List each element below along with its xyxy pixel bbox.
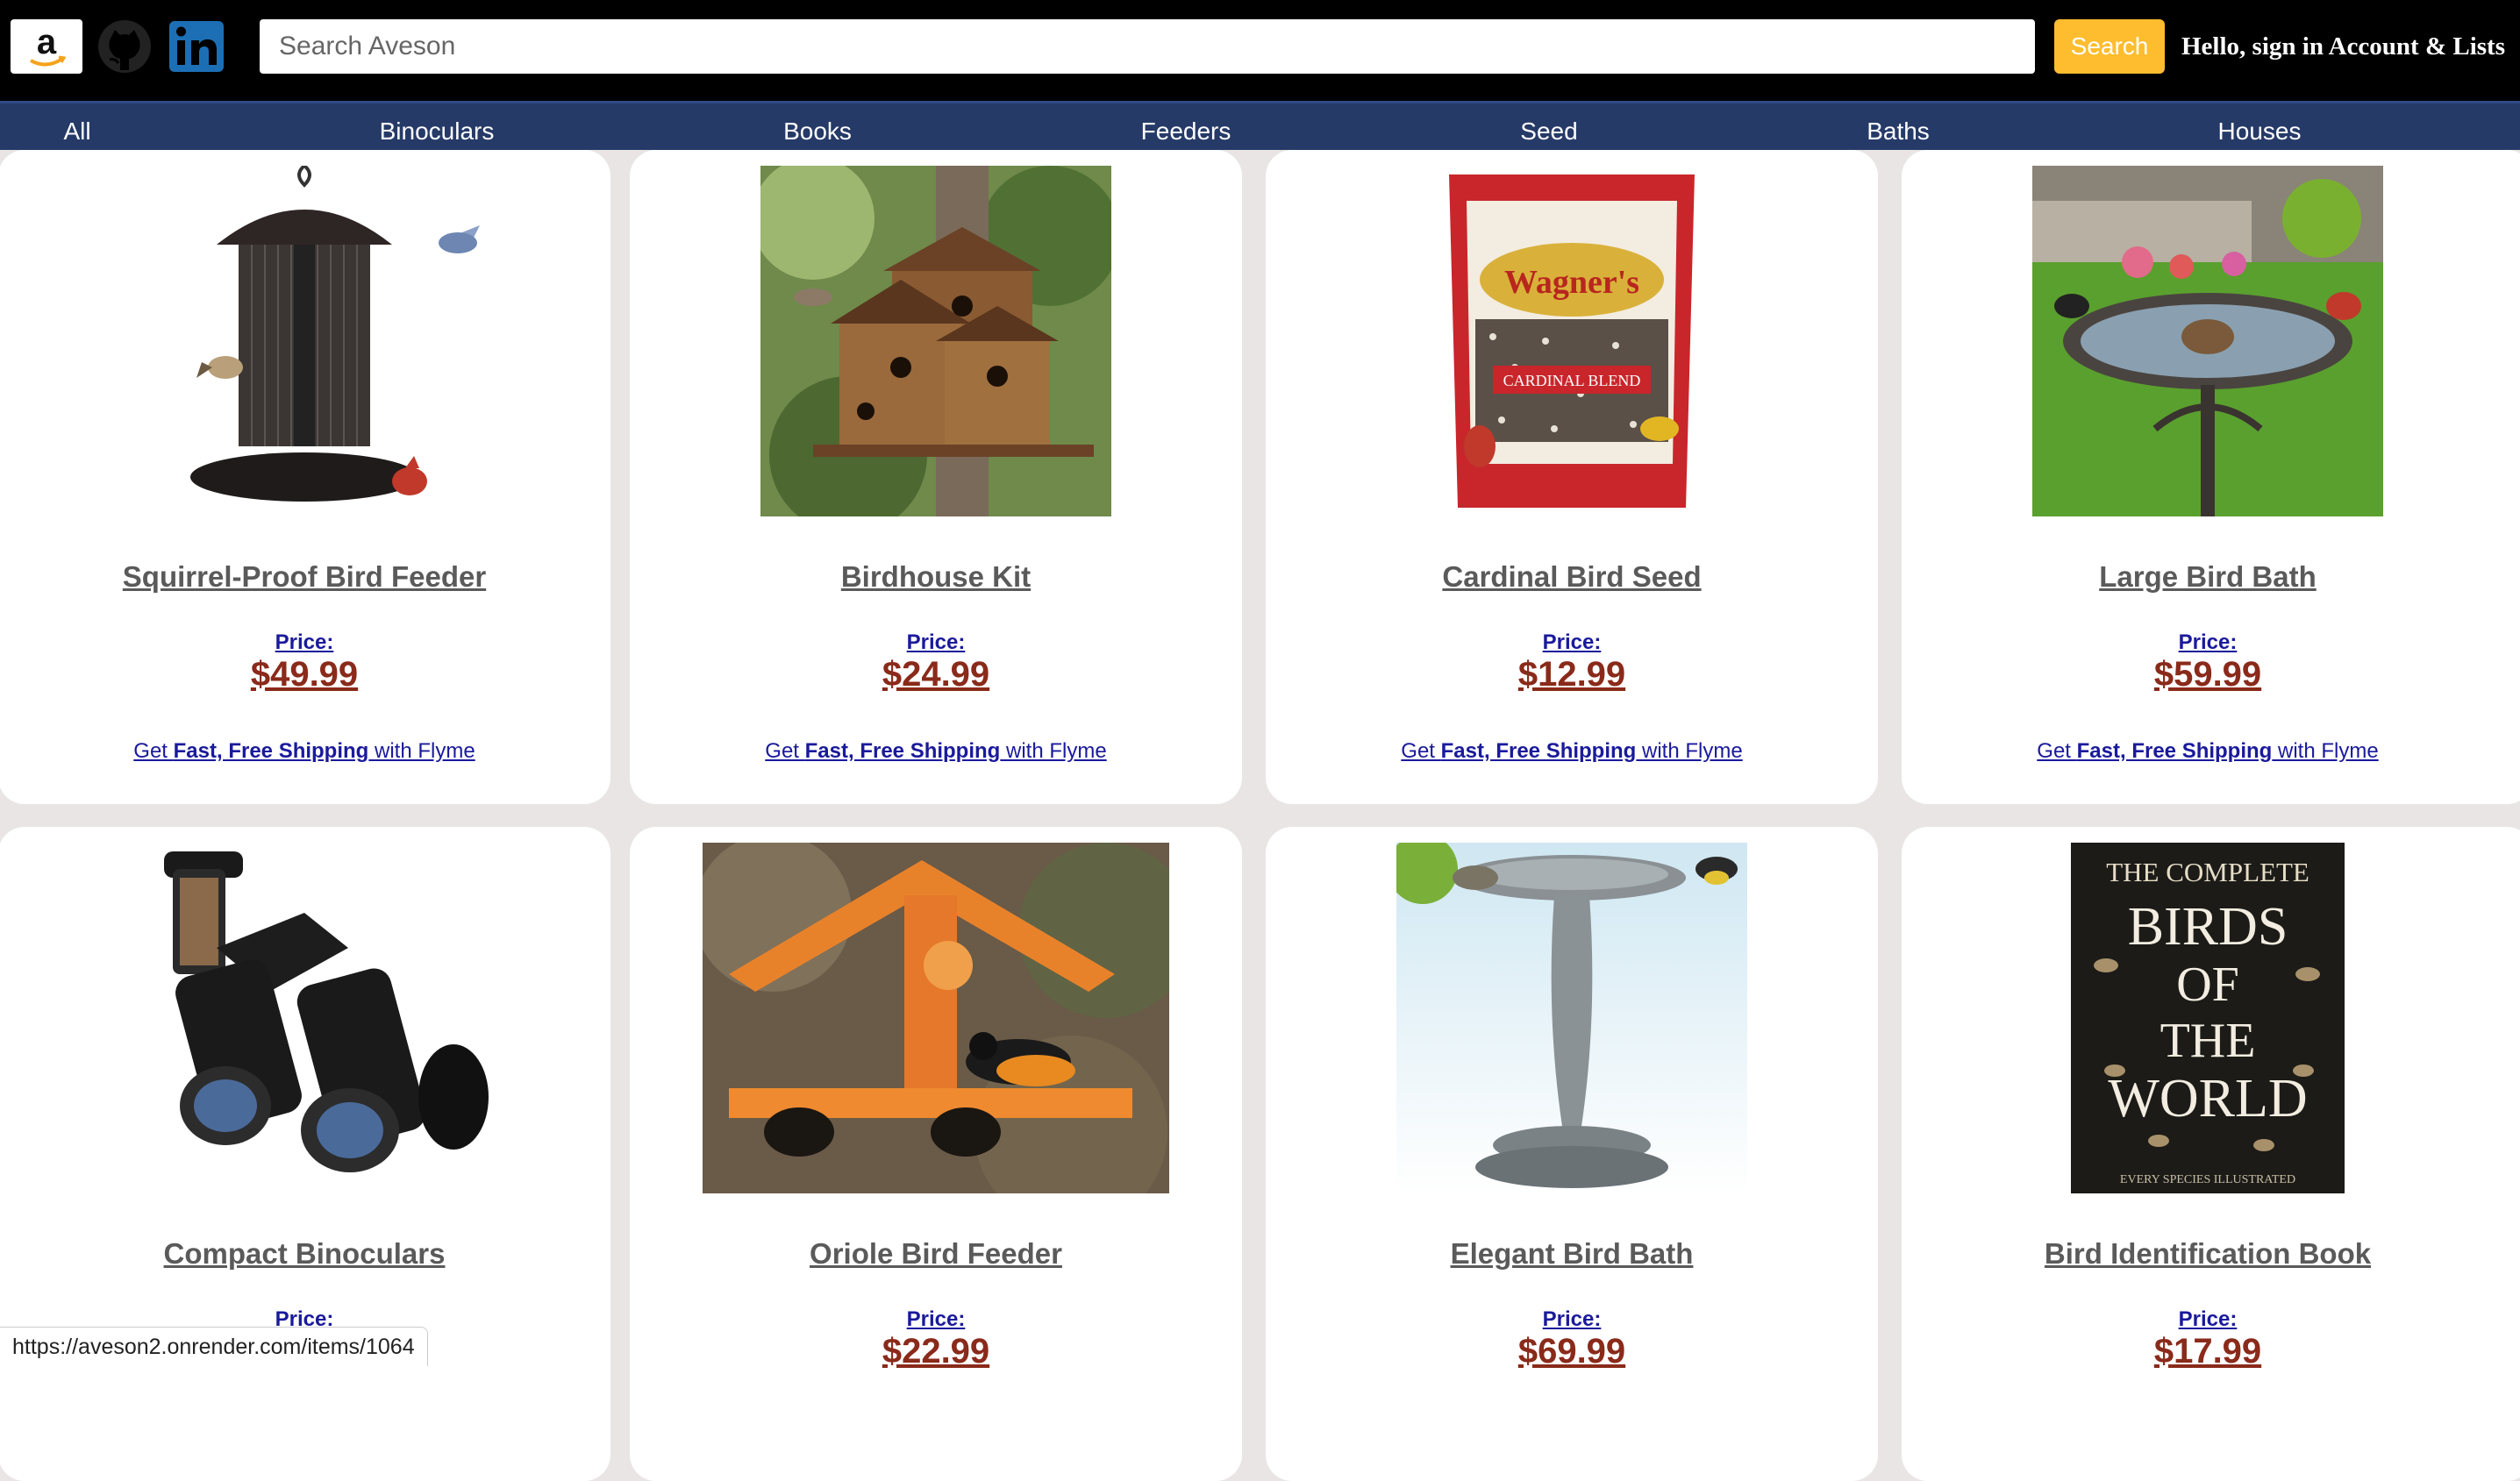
price-value: $17.99 xyxy=(2153,1332,2262,1371)
product-card: Birdhouse Kit Price: $24.99 Get Fast, Fr… xyxy=(630,150,1242,804)
book-cover-footer: EVERY SPECIES ILLUSTRATED xyxy=(2120,1173,2295,1186)
package-brand-text: Wagner's xyxy=(1504,264,1639,301)
product-title-link[interactable]: Oriole Bird Feeder xyxy=(630,1237,1242,1271)
shipping-bold: Fast, Free Shipping xyxy=(804,739,1001,763)
price-value: $22.99 xyxy=(882,1332,990,1371)
book-cover-line5: WORLD xyxy=(2108,1069,2307,1129)
product-card: Large Bird Bath Price: $59.99 Get Fast, … xyxy=(1902,150,2520,804)
product-image[interactable] xyxy=(1266,843,1878,1193)
book-cover-line4: THE xyxy=(2160,1014,2256,1068)
svg-text:a: a xyxy=(37,23,57,61)
product-title-link[interactable]: Compact Binoculars xyxy=(0,1237,610,1271)
shipping-suffix: with Flyme xyxy=(1636,739,1743,763)
product-title-link[interactable]: Elegant Bird Bath xyxy=(1266,1237,1878,1271)
price-label: Price: xyxy=(1542,1307,1602,1331)
product-image[interactable] xyxy=(630,166,1242,516)
price-label: Price: xyxy=(1542,630,1602,654)
shipping-suffix: with Flyme xyxy=(1000,739,1107,763)
shipping-prefix: Get xyxy=(2037,739,2077,763)
nav-item-feeders[interactable]: Feeders xyxy=(1141,103,1231,153)
search-button[interactable]: Search xyxy=(2054,19,2165,74)
account-lists-link[interactable]: Hello, sign in Account & Lists xyxy=(2181,19,2505,74)
nav-item-baths[interactable]: Baths xyxy=(1867,103,1930,153)
shipping-bold: Fast, Free Shipping xyxy=(2076,739,2273,763)
book-cover-line2: BIRDS xyxy=(2128,897,2288,957)
shipping-suffix: with Flyme xyxy=(2272,739,2379,763)
nav-item-all[interactable]: All xyxy=(63,103,90,153)
product-card: Squirrel-Proof Bird Feeder Price: $49.99… xyxy=(0,150,610,804)
linkedin-icon[interactable] xyxy=(165,19,230,74)
top-header: a Search Hello, sign in Account & Lists xyxy=(0,0,2520,101)
product-image[interactable]: THE COMPLETE BIRDS OF THE WORLD EVERY SP… xyxy=(1902,843,2514,1193)
shipping-prefix: Get xyxy=(1401,739,1441,763)
product-image[interactable] xyxy=(0,166,610,516)
product-title-link[interactable]: Cardinal Bird Seed xyxy=(1266,560,1878,594)
search-input[interactable] xyxy=(260,19,2035,74)
product-image[interactable] xyxy=(0,843,610,1193)
price-label: Price: xyxy=(275,630,334,654)
product-image[interactable] xyxy=(1902,166,2514,516)
shipping-bold: Fast, Free Shipping xyxy=(1440,739,1637,763)
product-title-link[interactable]: Birdhouse Kit xyxy=(630,560,1242,594)
product-title-link[interactable]: Large Bird Bath xyxy=(1902,560,2514,594)
price-value: $59.99 xyxy=(2153,655,2262,694)
shipping-link[interactable]: Get Fast, Free Shipping with Flyme xyxy=(1266,739,1878,764)
shipping-link[interactable]: Get Fast, Free Shipping with Flyme xyxy=(630,739,1242,764)
product-card: Oriole Bird Feeder Price: $22.99 xyxy=(630,827,1242,1481)
shipping-suffix: with Flyme xyxy=(368,739,475,763)
price-label: Price: xyxy=(906,1307,966,1331)
product-card: Compact Binoculars Price: xyxy=(0,827,610,1481)
product-image[interactable]: Wagner's CARDINAL BLEND xyxy=(1266,166,1878,516)
shipping-prefix: Get xyxy=(133,739,174,763)
product-title-link[interactable]: Bird Identification Book xyxy=(1902,1237,2514,1271)
nav-item-binoculars[interactable]: Binoculars xyxy=(380,103,495,153)
product-card: Wagner's CARDINAL BLEND Cardinal Bird Se… xyxy=(1266,150,1878,804)
github-icon[interactable] xyxy=(93,19,156,74)
product-card: Elegant Bird Bath Price: $69.99 xyxy=(1266,827,1878,1481)
shipping-link[interactable]: Get Fast, Free Shipping with Flyme xyxy=(1902,739,2514,764)
category-nav: All Binoculars Books Feeders Seed Baths … xyxy=(0,101,2520,150)
shipping-link[interactable]: Get Fast, Free Shipping with Flyme xyxy=(0,739,610,764)
package-blend-text: CARDINAL BLEND xyxy=(1503,372,1641,389)
book-cover-line3: OF xyxy=(2176,958,2239,1012)
nav-item-books[interactable]: Books xyxy=(783,103,852,153)
nav-item-houses[interactable]: Houses xyxy=(2218,103,2302,153)
price-label: Price: xyxy=(2178,630,2238,654)
price-value: $49.99 xyxy=(250,655,359,694)
price-value: $12.99 xyxy=(1517,655,1626,694)
price-label: Price: xyxy=(906,630,966,654)
amazon-logo-icon[interactable]: a xyxy=(11,19,82,74)
shipping-prefix: Get xyxy=(765,739,805,763)
price-value: $24.99 xyxy=(882,655,990,694)
product-card: THE COMPLETE BIRDS OF THE WORLD EVERY SP… xyxy=(1902,827,2520,1481)
product-title-link[interactable]: Squirrel-Proof Bird Feeder xyxy=(0,560,610,594)
nav-item-seed[interactable]: Seed xyxy=(1520,103,1577,153)
price-label: Price: xyxy=(2178,1307,2238,1331)
book-cover-line1: THE COMPLETE xyxy=(2106,857,2309,887)
shipping-bold: Fast, Free Shipping xyxy=(173,739,369,763)
status-bar-url: https://aveson2.onrender.com/items/1064 xyxy=(0,1327,428,1366)
product-image[interactable] xyxy=(630,843,1242,1193)
price-value: $69.99 xyxy=(1517,1332,1626,1371)
